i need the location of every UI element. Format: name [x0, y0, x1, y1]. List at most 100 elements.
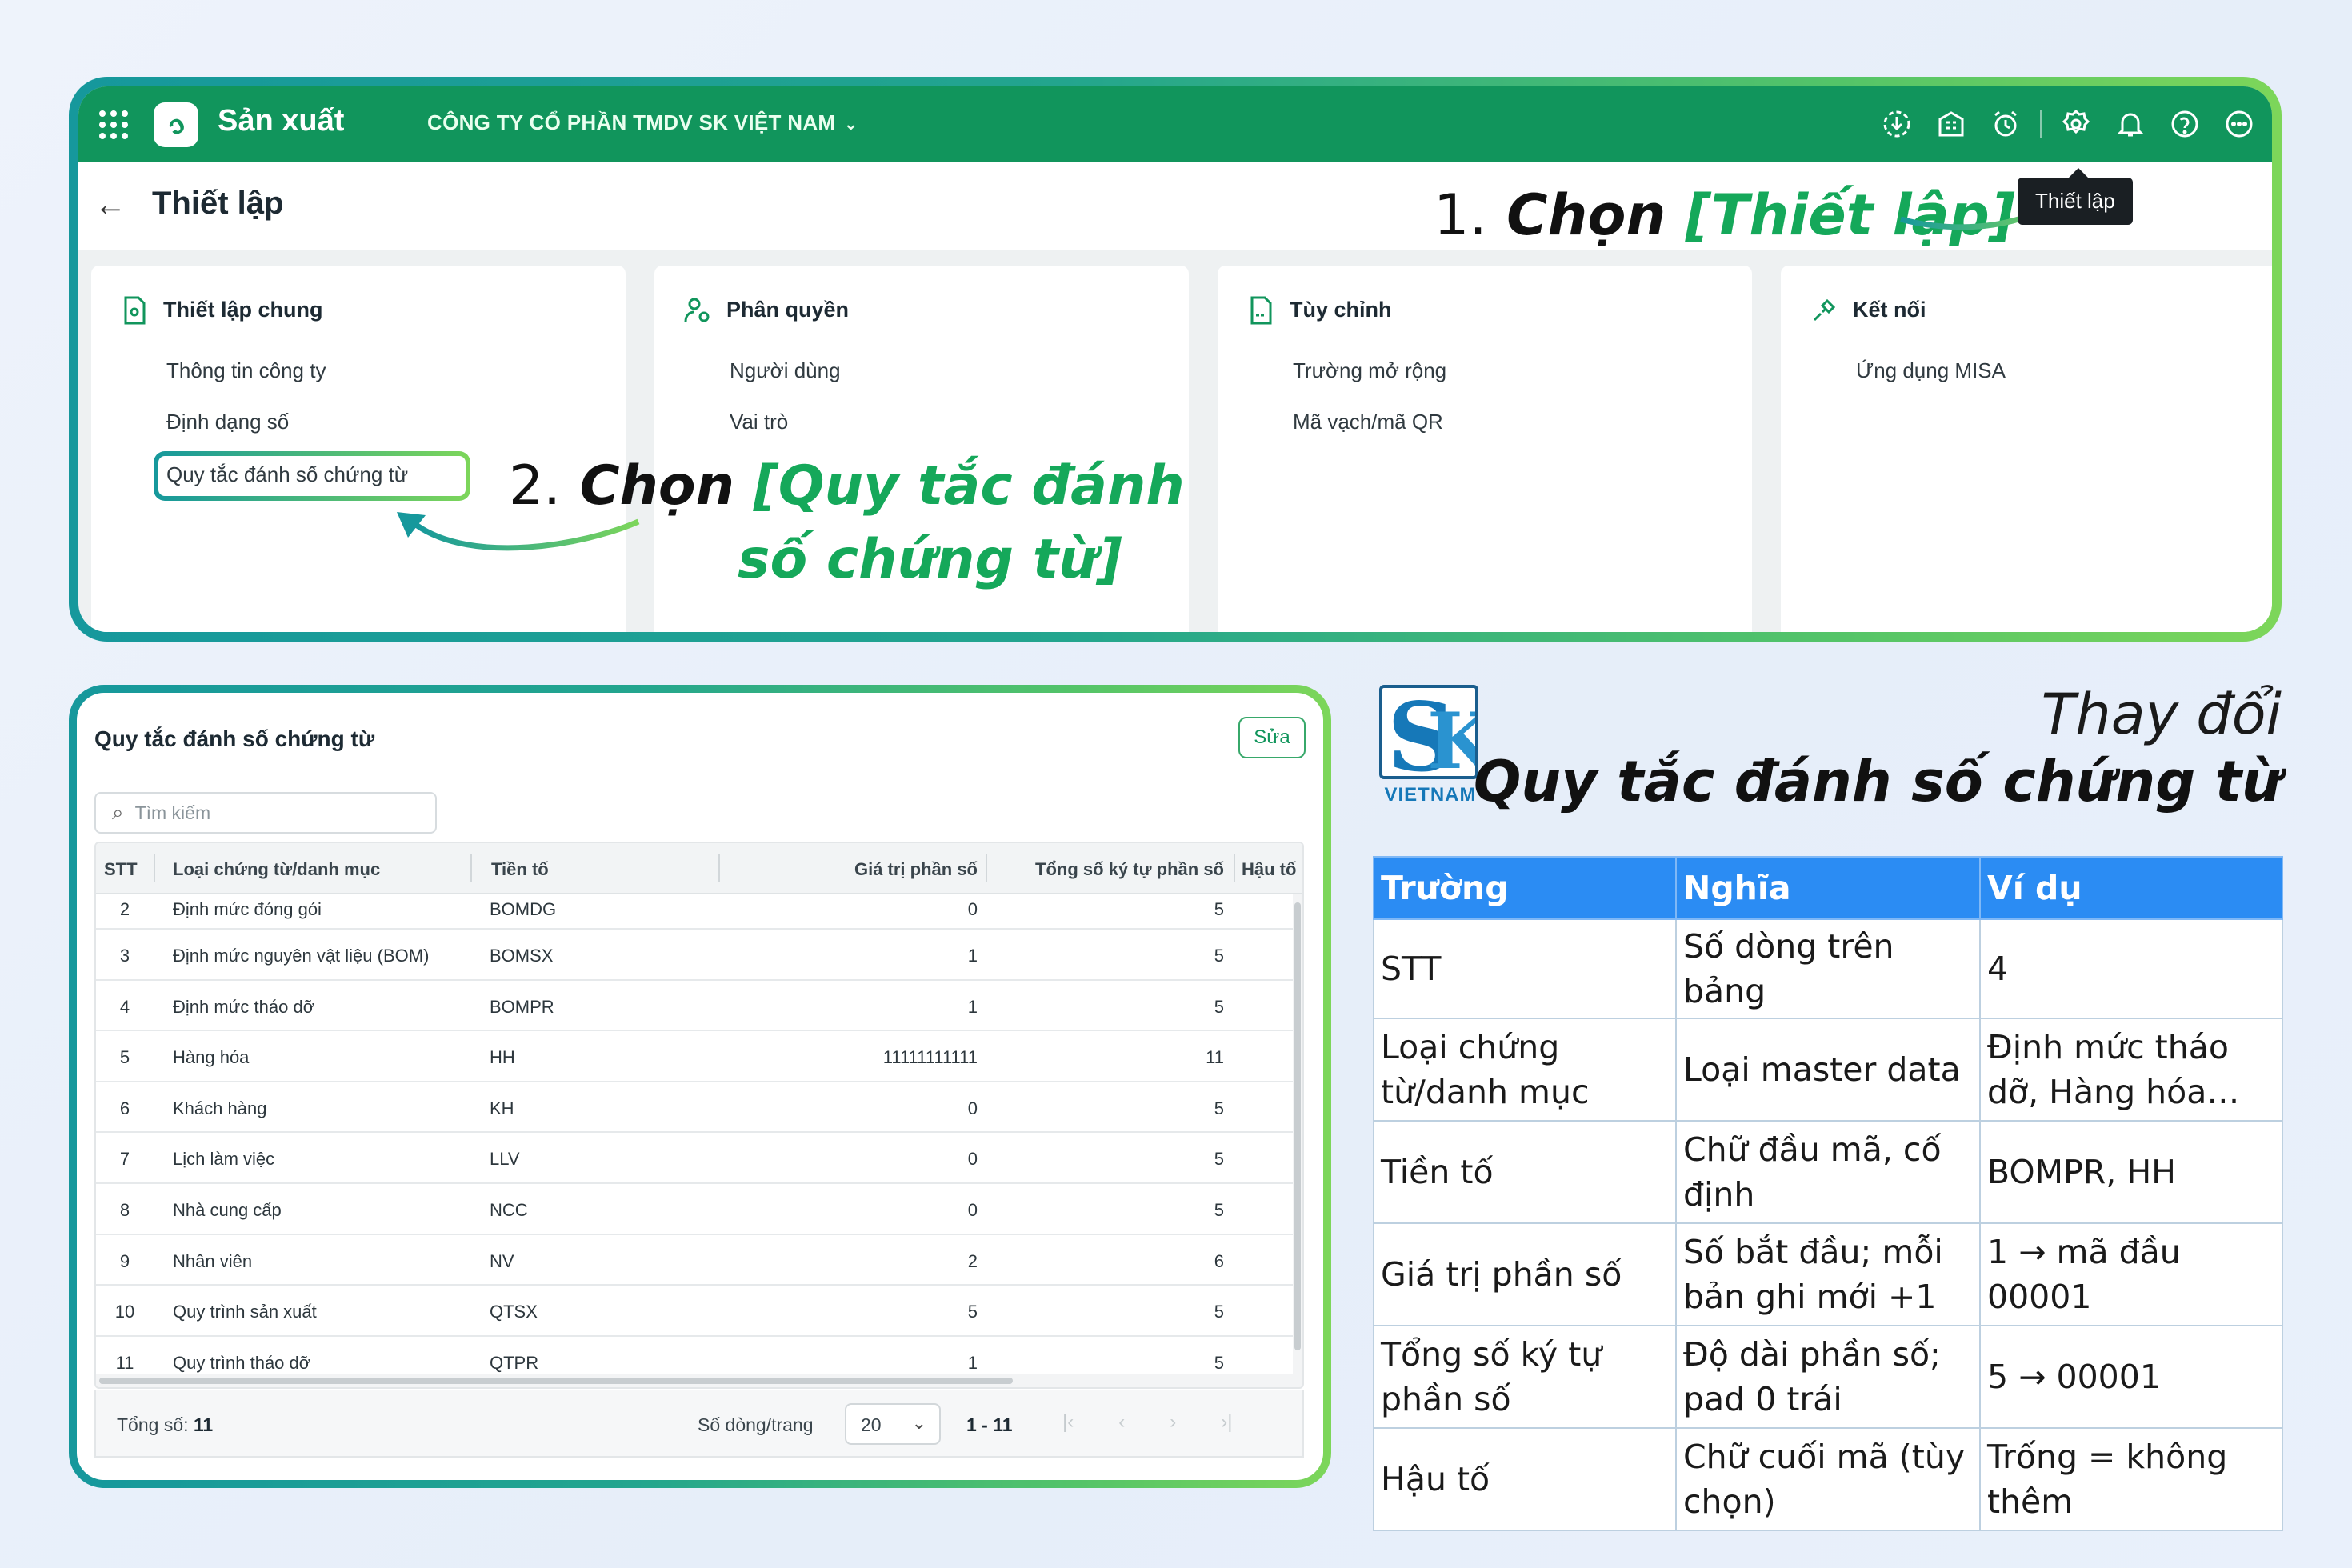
- cell-prefix: BOMDG: [490, 899, 557, 919]
- table-row[interactable]: 3 Định mức nguyên vật liệu (BOM) BOMSX 1 5: [96, 930, 1302, 981]
- cell-length: 5: [1214, 1098, 1224, 1118]
- heading-line2: Quy tắc đánh số chứng từ: [1473, 749, 2282, 814]
- cell-length: 5: [1214, 899, 1224, 919]
- cell-type: Hàng hóa: [173, 1047, 250, 1068]
- building-icon[interactable]: [1931, 104, 1971, 144]
- app-name: Sản xuất: [218, 104, 345, 138]
- cell-prefix: QTPR: [490, 1352, 539, 1373]
- cell-stt: 9: [119, 1250, 130, 1271]
- cell-type: Quy trình sản xuất: [173, 1302, 317, 1322]
- cell-example: Định mức tháo dỡ, Hàng hóa…: [1979, 1018, 2283, 1122]
- cell-stt: 8: [119, 1199, 130, 1220]
- cell-stt: 5: [119, 1047, 130, 1068]
- menu-company-info[interactable]: Thông tin công ty: [166, 358, 326, 383]
- table-row[interactable]: 7 Lịch làm việc LLV 0 5: [96, 1133, 1302, 1184]
- cell-value: 0: [967, 1149, 978, 1170]
- next-page-icon[interactable]: ›: [1170, 1411, 1176, 1434]
- cell-length: 5: [1214, 1149, 1224, 1170]
- cell-value: 0: [967, 1098, 978, 1118]
- cell-length: 5: [1214, 1302, 1224, 1322]
- edit-button[interactable]: Sửa: [1238, 717, 1306, 758]
- arrow-icon: [397, 512, 640, 551]
- column-header: STT: [104, 859, 138, 879]
- table-row[interactable]: 2 Định mức đóng gói BOMDG 0 5: [96, 894, 1302, 930]
- table-row[interactable]: 4 Định mức tháo dỡ BOMPR 1 5: [96, 981, 1302, 1032]
- cell-type: Định mức tháo dỡ: [173, 996, 315, 1017]
- cell-prefix: BOMSX: [490, 946, 554, 966]
- cell-field: Loại chứng từ/danh mục: [1373, 1018, 1677, 1122]
- cell-prefix: NV: [490, 1250, 514, 1271]
- vertical-scrollbar[interactable]: [1293, 894, 1302, 1374]
- cell-type: Định mức nguyên vật liệu (BOM): [173, 946, 430, 966]
- cell-prefix: BOMPR: [490, 996, 554, 1017]
- cell-value: 1: [967, 1352, 978, 1373]
- table-row: Loại chứng từ/danh mục Loại master data Đị…: [1373, 1018, 2283, 1122]
- menu-number-format[interactable]: Định dạng số: [166, 410, 289, 434]
- cell-value: 1: [967, 996, 978, 1017]
- table-row[interactable]: 10 Quy trình sản xuất QTSX 5 5: [96, 1286, 1302, 1337]
- prev-page-icon[interactable]: ‹: [1118, 1411, 1125, 1434]
- cell-value: 11111111111: [882, 1047, 978, 1068]
- search-input[interactable]: ⌕ Tìm kiếm: [94, 792, 437, 834]
- table-row: Tổng số ký tự phần số Độ dài phần số; pad…: [1373, 1325, 2283, 1429]
- horizontal-scrollbar[interactable]: [96, 1374, 1302, 1387]
- last-page-icon[interactable]: ›|: [1221, 1411, 1232, 1434]
- cell-length: 5: [1214, 1352, 1224, 1373]
- settings-tooltip: Thiết lập: [2018, 168, 2133, 225]
- alarm-icon[interactable]: [1986, 104, 2026, 144]
- card-title: Thiết lập chung: [163, 298, 323, 322]
- more-icon[interactable]: [2219, 104, 2259, 144]
- numbering-screen: Quy tắc đánh số chứng từ Sửa ⌕ Tìm kiếm …: [77, 693, 1323, 1480]
- numbering-title: Quy tắc đánh số chứng từ: [94, 726, 375, 751]
- cell-type: Nhà cung cấp: [173, 1199, 282, 1220]
- bell-icon[interactable]: [2110, 104, 2150, 144]
- chevron-down-icon: ⌄: [911, 1413, 926, 1433]
- column-header: Loại chứng từ/danh mục: [173, 859, 381, 879]
- column-header: Hậu tố: [1242, 859, 1297, 879]
- menu-misa-app[interactable]: Ứng dụng MISA: [1856, 358, 2006, 383]
- app-launcher-icon[interactable]: [99, 110, 128, 139]
- plug-icon: [1813, 298, 1836, 322]
- table-row[interactable]: 6 Khách hàng KH 0 5: [96, 1082, 1302, 1134]
- first-page-icon[interactable]: |‹: [1062, 1411, 1074, 1434]
- cell-meaning: Độ dài phần số; pad 0 trái: [1675, 1325, 1981, 1429]
- menu-extended-fields[interactable]: Trường mở rộng: [1293, 358, 1446, 383]
- back-arrow-icon[interactable]: ←: [94, 187, 126, 223]
- cell-length: 6: [1214, 1250, 1224, 1271]
- page-title: Thiết lập: [152, 186, 284, 221]
- table-footer: Tổng số: 11 Số dòng/trang 20 ⌄ 1 - 11 |‹…: [94, 1390, 1304, 1458]
- menu-numbering-rules[interactable]: Quy tắc đánh số chứng từ: [166, 462, 408, 487]
- column-header: Nghĩa: [1675, 856, 1981, 920]
- search-placeholder: Tìm kiếm: [134, 802, 211, 823]
- table-row[interactable]: 9 Nhân viên NV 2 6: [96, 1235, 1302, 1286]
- cell-type: Định mức đóng gói: [173, 899, 322, 919]
- cell-field: Tổng số ký tự phần số: [1373, 1325, 1677, 1429]
- cell-value: 0: [967, 899, 978, 919]
- table-row[interactable]: 5 Hàng hóa HH 11111111111 11: [96, 1031, 1302, 1082]
- cell-field: Hậu tố: [1373, 1427, 1677, 1531]
- table-row: Hậu tố Chữ cuối mã (tùy chọn) Trống = khôn…: [1373, 1427, 2283, 1531]
- menu-barcode[interactable]: Mã vạch/mã QR: [1293, 410, 1443, 434]
- gear-icon[interactable]: [2056, 104, 2096, 144]
- company-selector[interactable]: CÔNG TY CỔ PHẦN TMDV SK VIỆT NAM ⌄: [427, 110, 858, 135]
- help-icon[interactable]: [2165, 104, 2205, 144]
- cell-meaning: Số bắt đầu; mỗi bản ghi mới +1: [1675, 1222, 1981, 1326]
- download-icon[interactable]: [1877, 104, 1917, 144]
- cell-stt: 10: [114, 1302, 135, 1322]
- rows-per-page-select[interactable]: 20 ⌄: [845, 1403, 941, 1445]
- table-row[interactable]: 8 Nhà cung cấp NCC 0 5: [96, 1184, 1302, 1235]
- total-value: 11: [193, 1414, 214, 1435]
- cell-meaning: Số dòng trên bảng: [1675, 918, 1981, 1019]
- menu-users[interactable]: Người dùng: [730, 358, 841, 383]
- cell-value: 2: [967, 1250, 978, 1271]
- column-header: Ví dụ: [1979, 856, 2283, 920]
- table-header-row: Trường Nghĩa Ví dụ: [1373, 856, 2283, 920]
- menu-roles[interactable]: Vai trò: [730, 410, 788, 434]
- step2-target-line2: số chứng từ]: [738, 528, 1122, 591]
- table-header: STT Loại chứng từ/danh mục Tiền tố Giá t…: [96, 843, 1302, 894]
- heading-line1: Thay đổi: [2041, 682, 2282, 747]
- rows-per-page-value: 20: [861, 1414, 882, 1435]
- cell-meaning: Chữ cuối mã (tùy chọn): [1675, 1427, 1981, 1531]
- table-body: 2 Định mức đóng gói BOMDG 0 5 3 Định mức nguyê…: [96, 894, 1302, 1387]
- cell-length: 5: [1214, 1199, 1224, 1220]
